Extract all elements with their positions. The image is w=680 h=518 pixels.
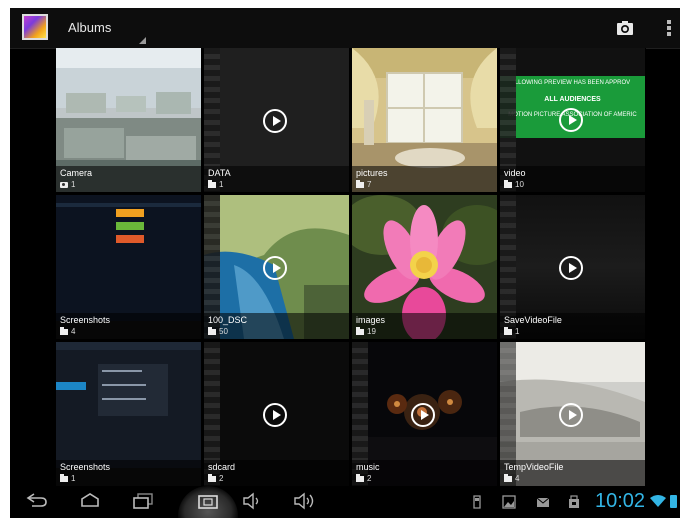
album-name: Screenshots — [60, 315, 111, 325]
album-tile-data[interactable]: DATA 1 — [204, 48, 349, 192]
album-name: Screenshots — [60, 462, 111, 472]
system-navigation-bar: 10:02 — [10, 486, 680, 518]
back-icon[interactable] — [26, 492, 48, 508]
folder-icon — [504, 474, 512, 482]
album-grid: Camera 1 DATA 1 pictures 7 LLOWING PREVI… — [56, 48, 646, 486]
folder-icon — [504, 180, 512, 188]
folder-icon — [208, 474, 216, 482]
album-label-band: images 19 — [352, 313, 497, 339]
album-name: Camera — [60, 168, 93, 178]
usb-debugging-icon — [569, 495, 579, 508]
albums-view-spinner[interactable]: Albums — [66, 8, 146, 46]
album-tile-music[interactable]: music 2 — [352, 342, 497, 486]
album-name: images — [356, 315, 386, 325]
play-icon — [559, 403, 583, 427]
status-clock[interactable]: 10:02 — [595, 490, 645, 513]
album-label-band: sdcard 2 — [204, 460, 349, 486]
album-count: 4 — [515, 474, 520, 483]
album-tile-pictures[interactable]: pictures 7 — [352, 48, 497, 192]
play-icon — [559, 256, 583, 280]
camera-icon[interactable] — [616, 19, 634, 37]
album-count: 1 — [71, 474, 76, 483]
album-name: music — [356, 462, 380, 472]
folder-icon — [60, 474, 68, 482]
volume-down-icon[interactable] — [242, 492, 264, 510]
action-bar: Albums — [10, 8, 680, 49]
folder-icon — [356, 180, 364, 188]
recent-apps-icon[interactable] — [132, 492, 154, 510]
album-tile-sdcard[interactable]: sdcard 2 — [204, 342, 349, 486]
album-label-band: Screenshots 4 — [56, 313, 201, 339]
album-label-band: 100_DSC 50 — [204, 313, 349, 339]
email-notification-icon — [536, 497, 550, 507]
battery-icon — [670, 495, 677, 508]
folder-icon — [208, 180, 216, 188]
album-name: 100_DSC — [208, 315, 248, 325]
album-name: TempVideoFile — [504, 462, 564, 472]
album-count: 4 — [71, 327, 76, 336]
album-name: video — [504, 168, 526, 178]
album-label-band: Screenshots 1 — [56, 460, 201, 486]
album-label-band: DATA 1 — [204, 166, 349, 192]
play-icon — [559, 108, 583, 132]
folder-icon — [356, 327, 364, 335]
gallery-notification-icon — [502, 495, 516, 509]
camera-album-icon — [60, 182, 68, 188]
play-icon — [411, 403, 435, 427]
album-tile-screenshots-2[interactable]: Screenshots 1 — [56, 342, 201, 486]
album-count: 7 — [367, 180, 372, 189]
album-label-band: Camera 1 — [56, 166, 201, 192]
play-icon — [263, 403, 287, 427]
album-label-band: pictures 7 — [352, 166, 497, 192]
album-name: pictures — [356, 168, 388, 178]
album-name: SaveVideoFile — [504, 315, 562, 325]
album-tile-images[interactable]: images 19 — [352, 195, 497, 339]
play-icon — [263, 109, 287, 133]
spinner-indicator-icon — [139, 37, 146, 44]
album-name: DATA — [208, 168, 231, 178]
album-label-band: TempVideoFile 4 — [500, 460, 645, 486]
home-icon[interactable] — [80, 492, 100, 508]
album-count: 50 — [219, 327, 228, 336]
gallery-app-icon[interactable] — [22, 14, 48, 40]
preview-text-line1: LLOWING PREVIEW HAS BEEN APPROV — [514, 80, 631, 86]
play-icon — [263, 256, 287, 280]
album-tile-screenshots[interactable]: Screenshots 4 — [56, 195, 201, 339]
album-name: sdcard — [208, 462, 236, 472]
album-count: 2 — [219, 474, 224, 483]
folder-icon — [60, 327, 68, 335]
album-count: 1 — [515, 327, 520, 336]
album-label-band: SaveVideoFile 1 — [500, 313, 645, 339]
album-count: 10 — [515, 180, 524, 189]
album-tile-savevideofile[interactable]: SaveVideoFile 1 — [500, 195, 645, 339]
album-count: 2 — [367, 474, 372, 483]
sd-card-icon — [473, 495, 481, 509]
album-count: 1 — [71, 180, 76, 189]
wifi-icon — [650, 495, 666, 507]
screenshot-button[interactable] — [178, 486, 238, 518]
folder-icon — [504, 327, 512, 335]
album-tile-100-dsc[interactable]: 100_DSC 50 — [204, 195, 349, 339]
album-count: 1 — [219, 180, 224, 189]
folder-icon — [356, 474, 364, 482]
album-tile-video[interactable]: LLOWING PREVIEW HAS BEEN APPROV ALL AUDI… — [500, 48, 645, 192]
folder-icon — [208, 327, 216, 335]
album-count: 19 — [367, 327, 376, 336]
album-tile-tempvideofile[interactable]: TempVideoFile 4 — [500, 342, 645, 486]
albums-title: Albums — [68, 20, 112, 35]
tablet-screen: Albums Camera 1 DATA 1 pictures 7 LLOWIN… — [10, 8, 680, 518]
screenshot-icon — [198, 495, 218, 509]
volume-up-icon[interactable] — [293, 492, 317, 510]
album-label-band: video 10 — [500, 166, 645, 192]
album-tile-camera[interactable]: Camera 1 — [56, 48, 201, 192]
overflow-menu-icon[interactable] — [664, 18, 674, 38]
album-label-band: music 2 — [352, 460, 497, 486]
preview-text-line2: ALL AUDIENCES — [544, 96, 601, 103]
